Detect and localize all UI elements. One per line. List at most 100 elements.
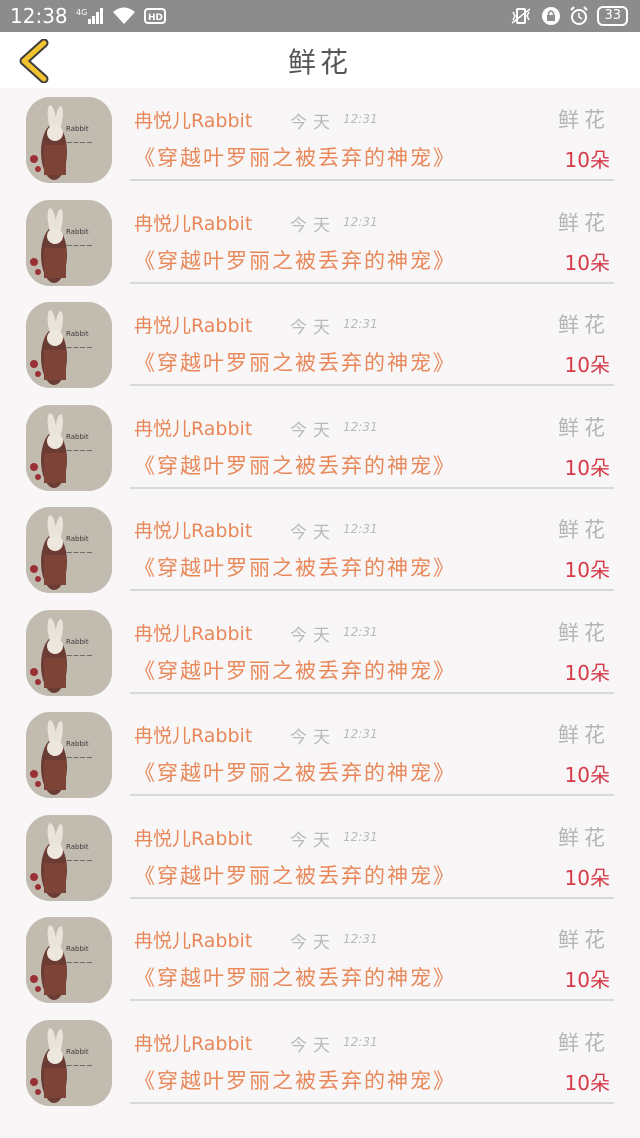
- divider: [130, 794, 614, 796]
- gift-quantity: 10朵: [564, 763, 610, 787]
- book-title[interactable]: 《穿越叶罗丽之被丢弃的神宠》: [134, 450, 456, 480]
- svg-text:Rabbit: Rabbit: [66, 125, 89, 133]
- list-item[interactable]: Rabbit ~~~~ 冉悦儿Rabbit 今天 12:31 鲜花 《穿越叶罗丽…: [0, 396, 640, 499]
- list-item[interactable]: Rabbit ~~~~ 冉悦儿Rabbit 今天 12:31 鲜花 《穿越叶罗丽…: [0, 498, 640, 601]
- list-item[interactable]: Rabbit ~~~~ 冉悦儿Rabbit 今天 12:31 鲜花 《穿越叶罗丽…: [0, 1011, 640, 1114]
- svg-text:~~~~: ~~~~: [66, 1061, 93, 1070]
- book-title[interactable]: 《穿越叶罗丽之被丢弃的神宠》: [134, 655, 456, 685]
- gift-quantity: 10朵: [564, 660, 610, 685]
- gift-date: 今天: [290, 215, 336, 236]
- list-item[interactable]: Rabbit ~~~~ 冉悦儿Rabbit 今天 12:31 鲜花 《穿越叶罗丽…: [0, 88, 640, 191]
- gift-time: 12:31: [343, 727, 378, 741]
- gift-time: 12:31: [343, 1034, 378, 1049]
- svg-text:~~~~: ~~~~: [66, 138, 93, 147]
- status-time: 12:38: [10, 4, 68, 28]
- book-title[interactable]: 《穿越叶罗丽之被丢弃的神宠》: [134, 347, 456, 377]
- svg-text:~~~~: ~~~~: [66, 343, 93, 352]
- divider: [130, 999, 614, 1001]
- gift-time: 12:31: [343, 932, 378, 946]
- sender-name[interactable]: 冉悦儿Rabbit: [134, 311, 252, 338]
- sender-name[interactable]: 冉悦儿Rabbit: [134, 824, 252, 851]
- svg-text:Rabbit: Rabbit: [66, 1048, 89, 1056]
- svg-text:Rabbit: Rabbit: [66, 843, 89, 851]
- gift-time: 12:31: [343, 419, 378, 434]
- gift-type: 鲜花: [558, 415, 610, 440]
- app-header: 鲜花: [0, 32, 640, 88]
- list-item[interactable]: Rabbit ~~~~ 冉悦儿Rabbit 今天 12:31 鲜花 《穿越叶罗丽…: [0, 908, 640, 1011]
- hd-icon: HD: [143, 7, 166, 25]
- svg-text:4G: 4G: [76, 8, 87, 17]
- avatar[interactable]: Rabbit ~~~~: [26, 302, 112, 388]
- sender-name[interactable]: 冉悦儿Rabbit: [134, 721, 252, 748]
- avatar[interactable]: Rabbit ~~~~: [26, 199, 112, 286]
- gift-type: 鲜花: [558, 723, 610, 747]
- svg-text:~~~~: ~~~~: [66, 241, 93, 250]
- svg-text:Rabbit: Rabbit: [66, 740, 89, 748]
- svg-text:HD: HD: [148, 13, 163, 23]
- divider: [130, 896, 614, 899]
- gift-quantity: 10朵: [564, 865, 610, 890]
- gift-quantity: 10朵: [564, 1070, 610, 1095]
- sender-name[interactable]: 冉悦儿Rabbit: [134, 1029, 252, 1056]
- status-bar: 12:38 4G HD 33: [0, 0, 640, 32]
- avatar[interactable]: Rabbit ~~~~: [26, 97, 112, 183]
- gift-time: 12:31: [343, 317, 378, 331]
- sender-name[interactable]: 冉悦儿Rabbit: [134, 106, 252, 133]
- svg-text:~~~~: ~~~~: [66, 856, 93, 865]
- book-title[interactable]: 《穿越叶罗丽之被丢弃的神宠》: [134, 142, 456, 172]
- gift-date: 今天: [290, 830, 336, 851]
- avatar[interactable]: Rabbit ~~~~: [26, 712, 112, 798]
- gift-type: 鲜花: [558, 928, 610, 952]
- book-title[interactable]: 《穿越叶罗丽之被丢弃的神宠》: [134, 1065, 456, 1095]
- svg-text:Rabbit: Rabbit: [66, 433, 89, 441]
- battery-indicator: 33: [597, 6, 628, 26]
- sender-name[interactable]: 冉悦儿Rabbit: [134, 414, 252, 441]
- sender-name[interactable]: 冉悦儿Rabbit: [134, 516, 252, 543]
- avatar[interactable]: Rabbit ~~~~: [26, 814, 112, 901]
- lock-icon: [541, 6, 561, 26]
- list-item[interactable]: Rabbit ~~~~ 冉悦儿Rabbit 今天 12:31 鲜花 《穿越叶罗丽…: [0, 601, 640, 704]
- gift-date: 今天: [290, 728, 336, 748]
- wifi-icon: [112, 7, 136, 25]
- book-title[interactable]: 《穿越叶罗丽之被丢弃的神宠》: [134, 552, 456, 582]
- sender-name[interactable]: 冉悦儿Rabbit: [134, 209, 252, 236]
- book-title[interactable]: 《穿越叶罗丽之被丢弃的神宠》: [134, 757, 456, 787]
- avatar[interactable]: Rabbit ~~~~: [26, 917, 112, 1003]
- gift-date: 今天: [290, 420, 336, 441]
- divider: [130, 486, 614, 489]
- avatar[interactable]: Rabbit ~~~~: [26, 609, 112, 696]
- gift-type: 鲜花: [558, 313, 610, 337]
- gift-date: 今天: [290, 113, 336, 133]
- svg-text:Rabbit: Rabbit: [66, 638, 89, 646]
- svg-text:Rabbit: Rabbit: [66, 330, 89, 338]
- divider: [130, 691, 614, 694]
- book-title[interactable]: 《穿越叶罗丽之被丢弃的神宠》: [134, 962, 456, 992]
- gift-time: 12:31: [343, 214, 378, 229]
- gift-quantity: 10朵: [564, 455, 610, 480]
- list-item[interactable]: Rabbit ~~~~ 冉悦儿Rabbit 今天 12:31 鲜花 《穿越叶罗丽…: [0, 191, 640, 294]
- gift-quantity: 10朵: [564, 148, 610, 172]
- avatar[interactable]: Rabbit ~~~~: [26, 404, 112, 491]
- gift-date: 今天: [290, 318, 336, 338]
- svg-text:Rabbit: Rabbit: [66, 945, 89, 953]
- svg-text:Rabbit: Rabbit: [66, 228, 89, 236]
- gift-date: 今天: [290, 523, 336, 543]
- gift-type: 鲜花: [558, 108, 610, 132]
- sender-name[interactable]: 冉悦儿Rabbit: [134, 619, 252, 646]
- gift-quantity: 10朵: [564, 353, 610, 377]
- divider: [130, 384, 614, 386]
- avatar[interactable]: Rabbit ~~~~: [26, 507, 112, 593]
- sender-name[interactable]: 冉悦儿Rabbit: [134, 926, 252, 953]
- avatar[interactable]: Rabbit ~~~~: [26, 1019, 112, 1106]
- list-item[interactable]: Rabbit ~~~~ 冉悦儿Rabbit 今天 12:31 鲜花 《穿越叶罗丽…: [0, 293, 640, 396]
- gift-time: 12:31: [343, 624, 378, 639]
- book-title[interactable]: 《穿越叶罗丽之被丢弃的神宠》: [134, 860, 456, 890]
- gift-time: 12:31: [343, 829, 378, 844]
- gift-date: 今天: [290, 625, 336, 646]
- book-title[interactable]: 《穿越叶罗丽之被丢弃的神宠》: [134, 245, 456, 275]
- list-item[interactable]: Rabbit ~~~~ 冉悦儿Rabbit 今天 12:31 鲜花 《穿越叶罗丽…: [0, 806, 640, 909]
- page-title: 鲜花: [287, 46, 352, 79]
- list-item[interactable]: Rabbit ~~~~ 冉悦儿Rabbit 今天 12:31 鲜花 《穿越叶罗丽…: [0, 703, 640, 806]
- gift-type: 鲜花: [558, 210, 610, 235]
- gift-quantity: 10朵: [564, 558, 610, 582]
